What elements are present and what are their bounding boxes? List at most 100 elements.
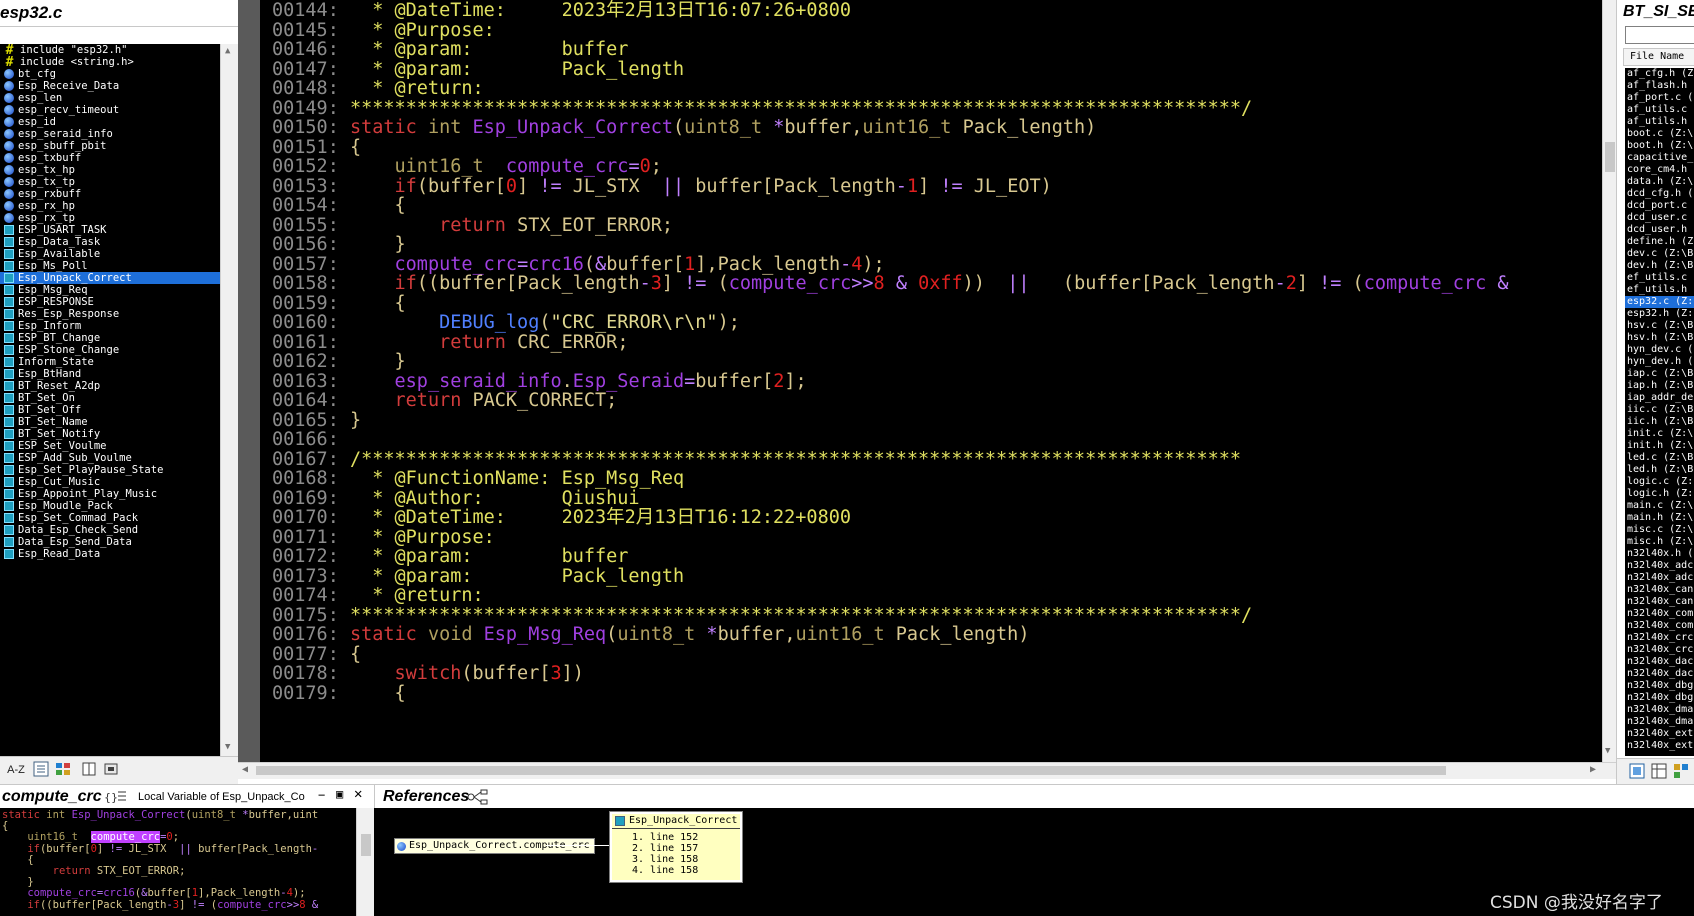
file-list-item[interactable]: n32l40x_can bbox=[1625, 596, 1694, 608]
code-line[interactable]: 00167: /********************************… bbox=[272, 449, 1241, 470]
file-list-item[interactable]: led.c (Z:\B bbox=[1625, 452, 1694, 464]
symbol-item[interactable]: Data_Esp_Send_Data bbox=[0, 536, 220, 548]
file-list-item[interactable]: define.h (Z bbox=[1625, 236, 1694, 248]
scroll-right-arrow-icon[interactable]: ▶ bbox=[1590, 764, 1596, 775]
close-icon[interactable]: ✕ bbox=[354, 786, 362, 802]
file-list-item[interactable]: misc.h (Z:\ bbox=[1625, 536, 1694, 548]
relation-graph-icon[interactable] bbox=[467, 789, 491, 809]
code-line[interactable]: 00170: * @DateTime: 2023年2月13日T16:12:22+… bbox=[272, 507, 851, 528]
code-line[interactable]: 00155: return STX_EOT_ERROR; bbox=[272, 215, 673, 236]
code-line[interactable]: 00176: static void Esp_Msg_Req(uint8_t *… bbox=[272, 624, 1029, 645]
code-line[interactable]: 00173: * @param: Pack_length bbox=[272, 566, 684, 587]
symbol-item[interactable]: BT_Set_On bbox=[0, 392, 220, 404]
context-options-icon[interactable]: {} bbox=[104, 788, 128, 810]
file-list-item[interactable]: n32l40x_dma bbox=[1625, 704, 1694, 716]
code-line[interactable]: 00164: return PACK_CORRECT; bbox=[272, 390, 617, 411]
code-line[interactable]: 00179: { bbox=[272, 683, 406, 704]
symbol-item[interactable]: esp_id bbox=[0, 116, 220, 128]
file-list-item[interactable]: misc.c (Z:\ bbox=[1625, 524, 1694, 536]
file-list-item[interactable]: boot.c (Z:\ bbox=[1625, 128, 1694, 140]
minimize-icon[interactable]: − bbox=[318, 788, 325, 802]
code-line[interactable]: 00146: * @param: buffer bbox=[272, 39, 628, 60]
code-line[interactable]: 00174: * @return: bbox=[272, 585, 484, 606]
detail-view-icon[interactable] bbox=[1673, 763, 1689, 783]
file-list-item[interactable]: init.c (Z:\ bbox=[1625, 428, 1694, 440]
context-code-view[interactable]: static int Esp_Unpack_Correct(uint8_t *b… bbox=[0, 808, 356, 916]
file-list-item[interactable]: hsv.c (Z:\B bbox=[1625, 320, 1694, 332]
code-line[interactable]: 00165: } bbox=[272, 410, 361, 431]
code-line[interactable]: 00151: { bbox=[272, 137, 361, 158]
list-view-icon[interactable] bbox=[32, 761, 50, 779]
reference-function-node[interactable]: Esp_Unpack_Correct 1. line 152 2. line 1… bbox=[609, 811, 743, 883]
symbol-item[interactable]: esp_recv_timeout bbox=[0, 104, 220, 116]
file-list-item[interactable]: logic.c (Z: bbox=[1625, 476, 1694, 488]
scroll-down-arrow-icon[interactable]: ▼ bbox=[225, 742, 230, 752]
symbol-item[interactable]: Esp_Read_Data bbox=[0, 548, 220, 560]
symbol-item[interactable]: Esp_Msg_Req bbox=[0, 284, 220, 296]
symbol-item[interactable]: ESP_Set_Voulme bbox=[0, 440, 220, 452]
settings-icon[interactable] bbox=[102, 761, 120, 779]
code-line[interactable]: 00158: if((buffer[Pack_length-3] != (com… bbox=[272, 273, 1509, 294]
code-line[interactable]: 00154: { bbox=[272, 195, 406, 216]
file-list-item[interactable]: n32l40x_crc bbox=[1625, 644, 1694, 656]
file-list-item[interactable]: dcd_user.h bbox=[1625, 224, 1694, 236]
file-name-column-header[interactable]: File Name bbox=[1623, 48, 1694, 66]
symbol-item[interactable]: Esp_Receive_Data bbox=[0, 80, 220, 92]
file-list-item[interactable]: n32l40x_dbg bbox=[1625, 680, 1694, 692]
file-list-item[interactable]: n32l40x_com bbox=[1625, 608, 1694, 620]
book-icon[interactable] bbox=[80, 761, 98, 779]
file-list-item[interactable]: af_utils.c bbox=[1625, 104, 1694, 116]
scroll-thumb[interactable] bbox=[1605, 142, 1615, 172]
file-list-item[interactable]: dev.c (Z:\B bbox=[1625, 248, 1694, 260]
file-list-item[interactable]: dev.h (Z:\B bbox=[1625, 260, 1694, 272]
file-list-item[interactable]: ef_utils.h bbox=[1625, 284, 1694, 296]
symbol-item[interactable]: # include "esp32.h" bbox=[0, 44, 220, 57]
symbol-item[interactable]: Esp_Ms_Poll bbox=[0, 260, 220, 272]
symbol-item[interactable]: BT_Reset_A2dp bbox=[0, 380, 220, 392]
file-list-item[interactable]: n32l40x_dbg bbox=[1625, 692, 1694, 704]
file-list-item[interactable]: esp32.c (Z: bbox=[1625, 296, 1694, 308]
code-line[interactable]: 00175: *********************************… bbox=[272, 605, 1252, 626]
file-list-item[interactable]: n32l40x_dac bbox=[1625, 656, 1694, 668]
scroll-down-arrow-icon[interactable]: ▼ bbox=[1605, 746, 1610, 756]
reference-line-item[interactable]: 3. line 158 bbox=[632, 854, 698, 865]
symbol-item[interactable]: Esp_Data_Task bbox=[0, 236, 220, 248]
symbol-item[interactable]: Esp_Set_PlayPause_State bbox=[0, 464, 220, 476]
context-scrollbar[interactable] bbox=[356, 808, 375, 916]
file-list-item[interactable]: main.h (Z:\ bbox=[1625, 512, 1694, 524]
file-list-item[interactable]: led.h (Z:\B bbox=[1625, 464, 1694, 476]
file-list-item[interactable]: data.h (Z:\ bbox=[1625, 176, 1694, 188]
code-line[interactable]: 00147: * @param: Pack_length bbox=[272, 59, 684, 80]
file-list-item[interactable]: hsv.h (Z:\B bbox=[1625, 332, 1694, 344]
file-list-item[interactable]: n32l40x_can bbox=[1625, 584, 1694, 596]
code-line[interactable]: 00152: uint16_t compute_crc=0; bbox=[272, 156, 662, 177]
code-line[interactable]: 00159: { bbox=[272, 293, 406, 314]
code-line[interactable]: 00178: switch(buffer[3]) bbox=[272, 663, 584, 684]
symbol-item[interactable]: Esp_Unpack_Correct bbox=[0, 272, 220, 284]
code-line[interactable]: 00166: bbox=[272, 429, 339, 450]
file-list-item[interactable]: iap.c (Z:\B bbox=[1625, 368, 1694, 380]
code-editor[interactable]: 00144: * @DateTime: 2023年2月13日T16:07:26+… bbox=[260, 0, 1602, 762]
category-view-icon[interactable] bbox=[54, 761, 72, 779]
file-list-item[interactable]: dcd_cfg.h ( bbox=[1625, 188, 1694, 200]
code-line[interactable]: 00150: static int Esp_Unpack_Correct(uin… bbox=[272, 117, 1096, 138]
file-list-item[interactable]: af_utils.h bbox=[1625, 116, 1694, 128]
file-list-item[interactable]: init.h (Z:\ bbox=[1625, 440, 1694, 452]
file-list-item[interactable]: dcd_user.c bbox=[1625, 212, 1694, 224]
symbol-item[interactable]: esp_rxbuff bbox=[0, 188, 220, 200]
symbol-item[interactable]: Esp_Inform bbox=[0, 320, 220, 332]
code-line[interactable]: 00157: compute_crc=crc16(&buffer[1],Pack… bbox=[272, 254, 885, 275]
symbol-item[interactable]: esp_seraid_info bbox=[0, 128, 220, 140]
symbol-item[interactable]: Inform_State bbox=[0, 356, 220, 368]
code-line[interactable]: 00171: * @Purpose: bbox=[272, 527, 495, 548]
editor-horizontal-scrollbar[interactable]: ◀ ▶ bbox=[238, 762, 1616, 779]
grid-view-icon[interactable] bbox=[1651, 763, 1667, 783]
file-list-item[interactable]: hyn_dev.c ( bbox=[1625, 344, 1694, 356]
file-list-item[interactable]: n32l40x_adc bbox=[1625, 560, 1694, 572]
file-list-item[interactable]: esp32.h (Z: bbox=[1625, 308, 1694, 320]
editor-vertical-scrollbar[interactable]: ▼ bbox=[1602, 0, 1617, 762]
file-list-item[interactable]: core_cm4.h bbox=[1625, 164, 1694, 176]
symbol-item[interactable]: Esp_Moudle_Pack bbox=[0, 500, 220, 512]
symbol-item[interactable]: ESP_Add_Sub_Voulme bbox=[0, 452, 220, 464]
file-list-item[interactable]: n32l40x_dma bbox=[1625, 716, 1694, 728]
